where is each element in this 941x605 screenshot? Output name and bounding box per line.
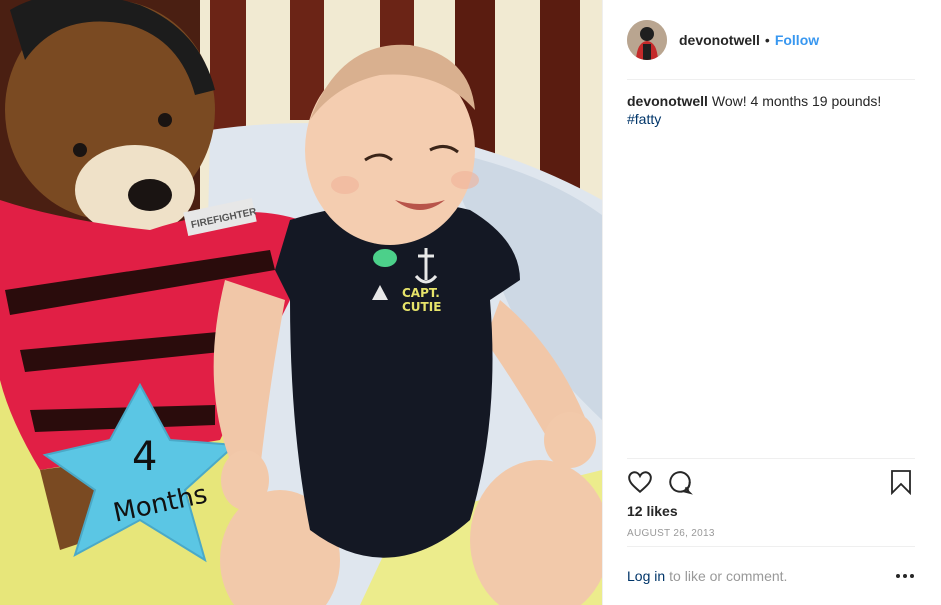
photo-illustration: FIREFIGHTER 4 Months CAPT. CUTIE: [0, 0, 602, 605]
header-username[interactable]: devonotwell: [679, 32, 760, 48]
login-link[interactable]: Log in: [627, 568, 665, 584]
avatar-image: [627, 19, 667, 60]
likes-count[interactable]: 12 likes: [627, 503, 678, 519]
shirt-text-line1: CAPT.: [402, 286, 440, 300]
avatar[interactable]: [627, 19, 667, 60]
hashtag-link[interactable]: #fatty: [627, 110, 661, 128]
bookmark-icon[interactable]: [889, 469, 917, 497]
post-photo[interactable]: FIREFIGHTER 4 Months CAPT. CUTIE: [0, 0, 602, 605]
comment-icon[interactable]: [667, 469, 695, 497]
caption-username[interactable]: devonotwell: [627, 93, 708, 109]
more-dots-icon[interactable]: [895, 569, 915, 583]
login-footer: Log in to like or comment.: [627, 546, 915, 605]
instagram-post: FIREFIGHTER 4 Months CAPT. CUTIE devonot…: [0, 0, 941, 605]
separator-dot: •: [764, 31, 770, 48]
heart-icon[interactable]: [627, 469, 655, 497]
login-prompt-text: to like or comment.: [669, 568, 788, 584]
caption-text: Wow! 4 months 19 pounds!: [711, 93, 882, 109]
follow-button[interactable]: Follow: [775, 32, 819, 48]
post-header: devonotwell • Follow: [627, 0, 915, 80]
caption: devonotwell Wow! 4 months 19 pounds! #fat…: [627, 92, 915, 128]
side-inner: devonotwell • Follow devonotwell Wow! 4 m…: [627, 0, 915, 605]
star-number: 4: [132, 434, 157, 480]
shirt-text-line2: CUTIE: [402, 300, 441, 314]
post-date: AUGUST 26, 2013: [627, 528, 715, 539]
post-side-panel: devonotwell • Follow devonotwell Wow! 4 m…: [602, 0, 941, 605]
action-bar: [627, 458, 915, 508]
